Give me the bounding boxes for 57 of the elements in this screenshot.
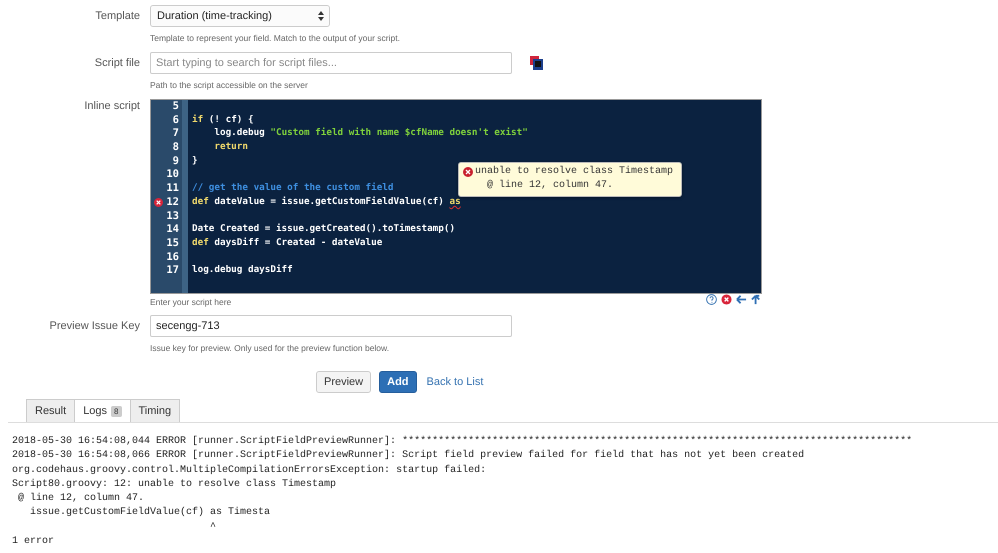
count-badge: 8 [111, 406, 122, 416]
line-number: 12 [166, 196, 179, 210]
line-number: 15 [166, 236, 179, 251]
code-line: log.debug "Custom field with name $cfName doesn't exist" [213, 127, 528, 140]
code-line: // get the value of the custom field [192, 182, 394, 196]
help-text: Issue key for preview. Only used for the preview function below. [150, 343, 390, 353]
add-button[interactable]: Add [379, 371, 417, 393]
issue-key-field[interactable]: secengg-713 [150, 315, 512, 337]
error-icon[interactable] [721, 294, 732, 305]
line-number: 8 [172, 141, 179, 155]
script-file-field[interactable]: Start typing to search for script files... [150, 52, 512, 74]
code-editor[interactable] [150, 99, 762, 294]
log-line: 2018-05-30 16:54:08,066 ERROR [runner.ScriptFieldPreviewRunner]: Script field preview failed for field that has not yet been created [12, 449, 804, 464]
select-arrows-icon [318, 11, 324, 21]
error-icon [463, 167, 473, 177]
code-line: return [213, 141, 248, 154]
tab[interactable]: Timing [130, 399, 180, 422]
ide-logo-icon[interactable] [530, 56, 543, 70]
code-line: def daysDiff = Created - dateValue [192, 236, 382, 250]
log-line: @ line 12, column 47. [17, 492, 144, 506]
line-number: 9 [172, 154, 179, 168]
log-line: Script80.groovy: 12: unable to resolve class Timestamp [12, 478, 336, 492]
preview-button[interactable]: Preview [316, 371, 372, 393]
line-number: 10 [166, 168, 179, 182]
line-number: 7 [172, 127, 179, 142]
log-line: 1 error [12, 535, 54, 550]
log-line: ^ [209, 520, 216, 535]
template-select[interactable]: Duration (time-tracking) [150, 5, 330, 27]
line-number: 13 [166, 210, 179, 224]
field-label: Script file [94, 56, 140, 69]
log-line: org.codehaus.groovy.control.MultipleCompilationErrorsException: startup failed: [12, 464, 486, 478]
log-line: 2018-05-30 16:54:08,044 ERROR [runner.ScriptFieldPreviewRunner]: ************************************************************************************* [12, 435, 912, 449]
tooltip-text: unable to resolve class Timestamp [475, 165, 674, 179]
line-number: 11 [166, 182, 179, 196]
arrow-up-icon[interactable] [751, 294, 762, 305]
line-number: 17 [166, 264, 179, 278]
code-line: def dateValue = issue.getCustomFieldValue(cf) as [192, 196, 461, 209]
line-number: 16 [166, 250, 179, 264]
help-text: Enter your script here [150, 297, 232, 307]
code-line: log.debug daysDiff [192, 264, 293, 278]
tooltip-text: @ line 12, column 47. [486, 179, 614, 193]
help-text: Path to the script accessible on the server [150, 80, 308, 90]
back-link[interactable]: Back to List [424, 371, 486, 393]
line-number: 5 [172, 100, 179, 114]
field-label: Template [94, 9, 140, 22]
line-number: 14 [166, 223, 179, 237]
code-line: if (! cf) { [192, 114, 254, 127]
help-icon[interactable] [706, 294, 717, 305]
code-line: Date Created = issue.getCreated().toTimestamp() [192, 223, 456, 236]
field-label: Inline script [83, 99, 140, 112]
log-line: issue.getCustomFieldValue(cf) as Timesta [29, 506, 270, 520]
tab[interactable]: Result [26, 399, 76, 422]
code-line: } [192, 154, 198, 168]
arrow-left-icon[interactable] [736, 294, 747, 305]
field-label: Preview Issue Key [48, 319, 140, 332]
line-number: 6 [172, 114, 179, 128]
help-text: Template to represent your field. Match to the output of your script. [150, 33, 400, 43]
